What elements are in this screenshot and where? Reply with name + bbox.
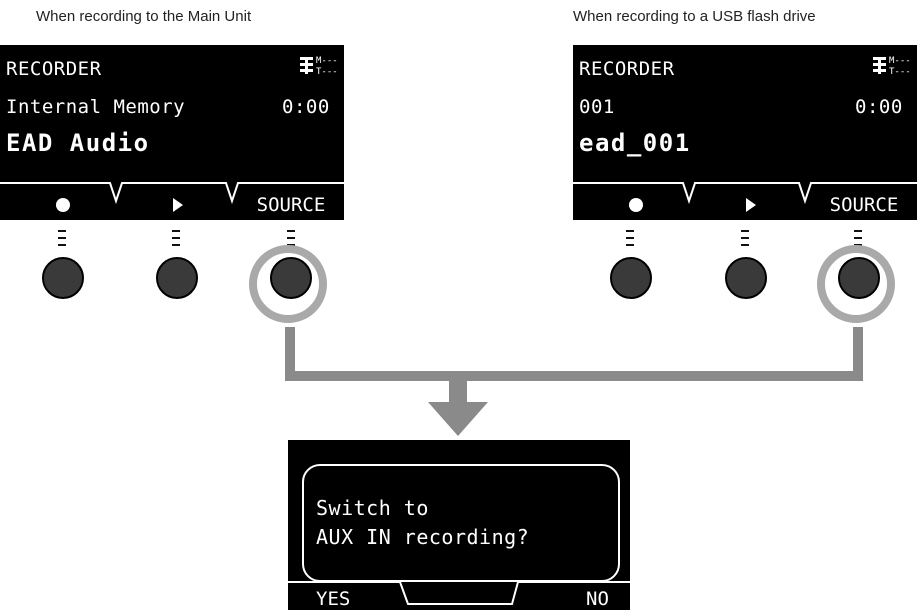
dialog-line-2: AUX IN recording? bbox=[316, 525, 530, 549]
screen-title: RECORDER bbox=[579, 58, 675, 80]
arrow-down-stem bbox=[449, 378, 467, 404]
led-indicator bbox=[172, 237, 180, 239]
svg-text:T---: T--- bbox=[889, 67, 911, 76]
record-dot-icon bbox=[55, 198, 70, 212]
record-time: 0:00 bbox=[855, 96, 903, 118]
led-indicator bbox=[626, 244, 634, 246]
led-indicator bbox=[287, 237, 295, 239]
screen-title: RECORDER bbox=[6, 58, 102, 80]
arrow-horizontal-bar bbox=[285, 371, 863, 381]
led-indicator bbox=[741, 244, 749, 246]
arrow-down-head-icon bbox=[428, 402, 488, 436]
play-triangle-icon bbox=[745, 198, 756, 212]
dialog-message-box bbox=[302, 464, 620, 582]
record-time: 0:00 bbox=[282, 96, 330, 118]
led-indicator bbox=[172, 230, 180, 232]
dialog-no-label[interactable]: NO bbox=[586, 588, 609, 610]
audio-file-name: EAD Audio bbox=[6, 129, 150, 157]
play-triangle-icon bbox=[172, 198, 183, 212]
led-indicator bbox=[626, 237, 634, 239]
svg-text:T---: T--- bbox=[316, 67, 338, 76]
led-indicator bbox=[58, 230, 66, 232]
led-indicator bbox=[287, 230, 295, 232]
audio-file-name: ead_001 bbox=[579, 129, 691, 157]
dialog-line-1: Switch to bbox=[316, 496, 429, 520]
softkey-record bbox=[10, 191, 115, 219]
drum-metronome-status-icon: M--- T--- bbox=[873, 56, 911, 76]
led-indicator bbox=[58, 237, 66, 239]
led-indicator bbox=[58, 244, 66, 246]
memory-location: Internal Memory bbox=[6, 96, 186, 118]
source-button[interactable] bbox=[270, 257, 312, 299]
left-lcd-screen: RECORDER M--- T--- Internal Memory 0:00 … bbox=[0, 45, 344, 220]
svg-text:M---: M--- bbox=[316, 56, 338, 66]
song-number: 001 bbox=[579, 96, 615, 118]
confirm-dialog-screen: Switch to AUX IN recording? YES NO bbox=[288, 440, 630, 610]
drum-metronome-status-icon: M--- T--- bbox=[300, 56, 338, 76]
record-button[interactable] bbox=[42, 257, 84, 299]
play-button[interactable] bbox=[156, 257, 198, 299]
record-dot-icon bbox=[628, 198, 643, 212]
led-indicator bbox=[172, 244, 180, 246]
led-indicator bbox=[854, 237, 862, 239]
softkey-source: SOURCE bbox=[256, 194, 326, 216]
caption-main-unit: When recording to the Main Unit bbox=[36, 8, 252, 25]
record-button[interactable] bbox=[610, 257, 652, 299]
led-indicator bbox=[854, 230, 862, 232]
play-button[interactable] bbox=[725, 257, 767, 299]
right-lcd-screen: RECORDER M--- T--- 001 0:00 ead_001 SOUR… bbox=[573, 45, 917, 220]
led-indicator bbox=[626, 230, 634, 232]
softkey-record bbox=[583, 191, 688, 219]
svg-text:M---: M--- bbox=[889, 56, 911, 66]
softkey-play bbox=[698, 191, 803, 219]
led-indicator bbox=[741, 230, 749, 232]
source-button[interactable] bbox=[838, 257, 880, 299]
dialog-yes-label[interactable]: YES bbox=[316, 588, 350, 610]
softkey-source: SOURCE bbox=[829, 194, 899, 216]
softkey-play bbox=[125, 191, 230, 219]
led-indicator bbox=[741, 237, 749, 239]
caption-usb-flash-drive: When recording to a USB flash drive bbox=[573, 8, 816, 25]
